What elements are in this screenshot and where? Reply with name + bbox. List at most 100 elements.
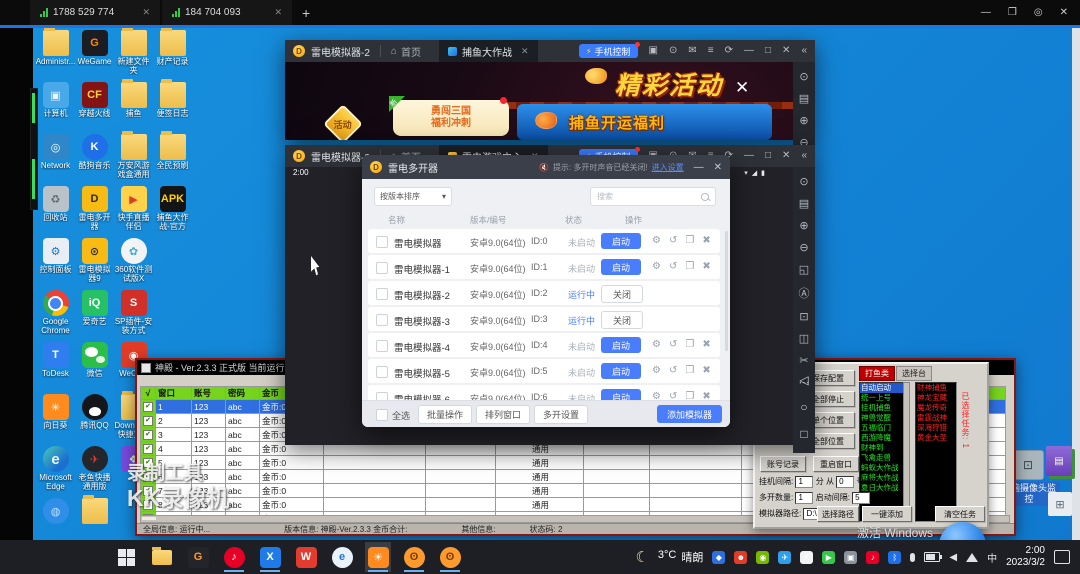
row-checkbox[interactable]: ✔ bbox=[143, 402, 153, 412]
start-from-input[interactable]: 0 bbox=[836, 476, 854, 488]
messages-icon[interactable]: ✉ bbox=[688, 46, 696, 56]
desktop-icon[interactable]: ◎ Network bbox=[36, 134, 75, 186]
desktop-icon[interactable]: 万安风游戏盒通用版 bbox=[114, 134, 153, 186]
add-all-button[interactable]: 一键添加 bbox=[862, 506, 912, 522]
row-checkbox[interactable] bbox=[376, 366, 388, 378]
instance-row[interactable]: 雷电模拟器-2 安卓9.0(64位) ID:2 运行中 关闭 ⚙ ↺ ❐ ✖ bbox=[368, 281, 720, 305]
settings-icon[interactable]: ⚙ bbox=[652, 235, 661, 246]
desktop-icon[interactable]: APK 捕鱼大作战-官方 bbox=[153, 186, 192, 238]
desktop-icon[interactable]: ⚙ 控制面板 bbox=[36, 238, 75, 290]
row-checkbox[interactable] bbox=[376, 340, 388, 352]
new-tab-button[interactable]: + bbox=[302, 5, 310, 21]
battery-icon[interactable] bbox=[924, 552, 940, 562]
desktop-icon[interactable]: S SP插件-安装方式 bbox=[114, 290, 153, 342]
tray-nvidia-icon[interactable]: ◉ bbox=[756, 551, 769, 564]
search-input[interactable]: 搜索 bbox=[590, 187, 716, 206]
multi-count-input[interactable]: 1 bbox=[795, 492, 813, 504]
desktop-icon[interactable]: 微信 bbox=[75, 342, 114, 394]
arrange-windows-button[interactable]: 排列窗口 bbox=[476, 405, 530, 424]
menu-icon[interactable]: ≡ bbox=[708, 46, 714, 56]
video-icon[interactable]: ◫ bbox=[799, 332, 809, 345]
tab-fishing[interactable]: 打鱼类 bbox=[859, 366, 895, 381]
desktop-icon[interactable]: ▶ 快手直播伴侣 bbox=[114, 186, 153, 238]
desktop-icon[interactable]: Administr... bbox=[36, 30, 75, 82]
start-gap-input[interactable]: 5 bbox=[852, 492, 870, 504]
record-icon[interactable]: ⊙ bbox=[799, 175, 808, 188]
tray-agent-icon[interactable]: ☻ bbox=[734, 551, 747, 564]
tray-bluetooth-icon[interactable]: ᛒ bbox=[888, 551, 901, 564]
taskbar-wegame[interactable]: G bbox=[185, 542, 211, 572]
desktop-icon[interactable]: ▣ 计算机 bbox=[36, 82, 75, 134]
promo-close-button[interactable]: ✕ bbox=[735, 78, 749, 98]
instance-row[interactable]: 雷电模拟器-3 安卓9.0(64位) ID:3 运行中 关闭 ⚙ ↺ ❐ ✖ bbox=[368, 307, 720, 331]
script-list-item[interactable]: 飞禽走兽 bbox=[860, 453, 904, 463]
start-stop-button[interactable]: 启动 bbox=[601, 233, 641, 249]
emulator-2-titlebar[interactable]: D 雷电模拟器-2 ⌂ 首页 捕鱼大作战 ✕ ⚡ 手机控制 ▣ ⊙ bbox=[285, 40, 815, 62]
microphone-icon[interactable] bbox=[910, 553, 915, 562]
desktop-icon[interactable]: CF 穿越火线 bbox=[75, 82, 114, 134]
script-list-item[interactable]: 自动启动 bbox=[860, 383, 904, 393]
multi-settings-button[interactable]: 多开设置 bbox=[534, 405, 588, 424]
start-stop-button[interactable]: 启动 bbox=[601, 337, 641, 353]
taskbar-ldplayer-1[interactable]: ʘ bbox=[401, 542, 427, 572]
android-recents-icon[interactable]: □ bbox=[800, 427, 807, 441]
hang-interval-input[interactable]: 1 bbox=[795, 476, 813, 488]
desktop-icon[interactable]: D 雷电多开器 bbox=[75, 186, 114, 238]
new-window-icon[interactable]: ❐ bbox=[685, 235, 694, 246]
screenshot-icon[interactable]: ⊡ bbox=[799, 310, 808, 323]
settings-icon[interactable]: ⚙ bbox=[652, 261, 661, 272]
desktop-icon[interactable]: 捕鱼 bbox=[114, 82, 153, 134]
batch-operations-button[interactable]: 批量操作 bbox=[418, 405, 472, 424]
volume-icon[interactable]: ◀ bbox=[949, 552, 957, 563]
minimize-icon[interactable]: — bbox=[694, 162, 704, 173]
maximize-icon[interactable]: □ bbox=[765, 151, 771, 161]
tab-table-select[interactable]: 选择台 bbox=[896, 366, 932, 381]
row-checkbox[interactable] bbox=[376, 262, 388, 274]
script-list-item[interactable]: 神兽觉醒 bbox=[860, 413, 904, 423]
desktop-icon[interactable]: ♻ 回收站 bbox=[36, 186, 75, 238]
taskbar-explorer[interactable] bbox=[149, 542, 175, 572]
start-stop-button[interactable]: 关闭 bbox=[601, 311, 643, 329]
script-list-item[interactable]: 西游降魔 bbox=[860, 433, 904, 443]
desktop-icon[interactable]: Google Chrome bbox=[36, 290, 75, 342]
notification-center-icon[interactable] bbox=[1054, 550, 1070, 564]
minimize-icon[interactable]: — bbox=[744, 151, 754, 161]
restore-icon[interactable]: ↺ bbox=[669, 261, 677, 272]
settings-icon[interactable]: ⚙ bbox=[652, 339, 661, 350]
row-checkbox[interactable] bbox=[376, 314, 388, 326]
volume-down-icon[interactable]: ⊖ bbox=[799, 241, 808, 254]
restore-icon[interactable]: ↺ bbox=[669, 365, 677, 376]
phone-control-button[interactable]: ⚡ 手机控制 bbox=[579, 44, 638, 58]
restore-icon[interactable]: ❐ bbox=[1008, 7, 1017, 18]
tray-security-icon[interactable]: ◆ bbox=[712, 551, 725, 564]
record-icon[interactable]: ⊙ bbox=[799, 70, 808, 83]
row-checkbox[interactable]: ✔ bbox=[143, 430, 153, 440]
delete-icon[interactable]: ✖ bbox=[702, 261, 710, 272]
vertical-scrollbar[interactable] bbox=[725, 231, 728, 351]
start-stop-button[interactable]: 启动 bbox=[601, 363, 641, 379]
android-back-icon[interactable]: ◁ bbox=[799, 373, 808, 387]
winrar-icon[interactable]: ▤ bbox=[1046, 446, 1072, 476]
home-tab[interactable]: ⌂ 首页 bbox=[391, 44, 421, 59]
restore-icon[interactable]: ↺ bbox=[669, 339, 677, 350]
close-tab-icon[interactable]: ✕ bbox=[134, 7, 150, 18]
start-stop-button[interactable]: 启动 bbox=[601, 259, 641, 275]
desktop-icon[interactable]: 腾讯QQ bbox=[75, 394, 114, 446]
instance-row[interactable]: 雷电模拟器-5 安卓9.0(64位) ID:5 未启动 启动 ⚙ ↺ ❐ ✖ bbox=[368, 359, 720, 383]
desktop-icon[interactable]: ✳ 向日葵 bbox=[36, 394, 75, 446]
row-checkbox[interactable] bbox=[376, 236, 388, 248]
tray-telegram-icon[interactable]: ✈ bbox=[778, 551, 791, 564]
script-list-scrollbar[interactable] bbox=[903, 382, 910, 520]
close-tab-icon[interactable]: ✕ bbox=[266, 7, 282, 18]
add-emulator-button[interactable]: 添加模拟器 bbox=[657, 405, 722, 423]
desktop-icon[interactable]: ✿ 360软件测试版X bbox=[114, 238, 153, 290]
ime-indicator[interactable]: 中 bbox=[987, 550, 997, 565]
keyboard-icon[interactable]: ▤ bbox=[799, 197, 809, 210]
close-tab-icon[interactable]: ✕ bbox=[521, 46, 529, 57]
record-icon[interactable]: ⊙ bbox=[669, 46, 677, 56]
wifi-icon[interactable] bbox=[966, 553, 978, 562]
android-home-icon[interactable]: ○ bbox=[800, 400, 807, 414]
choose-path-button[interactable]: 选择路径 bbox=[817, 506, 859, 522]
clock[interactable]: 2:00 2023/3/2 bbox=[1006, 545, 1045, 569]
restore-icon[interactable]: ↺ bbox=[669, 235, 677, 246]
